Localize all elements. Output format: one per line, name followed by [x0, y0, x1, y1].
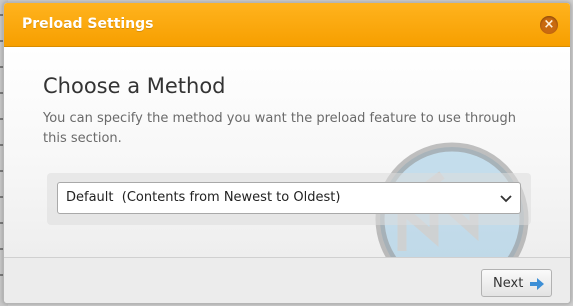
method-select-container: Default (Contents from Newest to Oldest): [47, 173, 531, 225]
next-button-label: Next: [493, 276, 524, 291]
preload-settings-dialog: Preload Settings × Choose a Method You c…: [3, 2, 571, 304]
close-button[interactable]: ×: [540, 16, 558, 34]
section-description: You can specify the method you want the …: [43, 111, 517, 146]
dialog-footer: Next: [4, 257, 570, 303]
dialog-titlebar: Preload Settings ×: [4, 3, 570, 47]
method-select[interactable]: Default (Contents from Newest to Oldest): [57, 182, 521, 214]
dialog-title: Preload Settings: [22, 16, 154, 32]
section-heading: Choose a Method: [43, 74, 226, 98]
dialog-body: Choose a Method You can specify the meth…: [4, 47, 570, 296]
close-icon: ×: [543, 17, 555, 32]
method-select-value: Default (Contents from Newest to Oldest): [66, 190, 341, 205]
chevron-down-icon: [500, 195, 512, 203]
arrow-right-icon: [530, 278, 544, 290]
next-button[interactable]: Next: [481, 269, 552, 297]
